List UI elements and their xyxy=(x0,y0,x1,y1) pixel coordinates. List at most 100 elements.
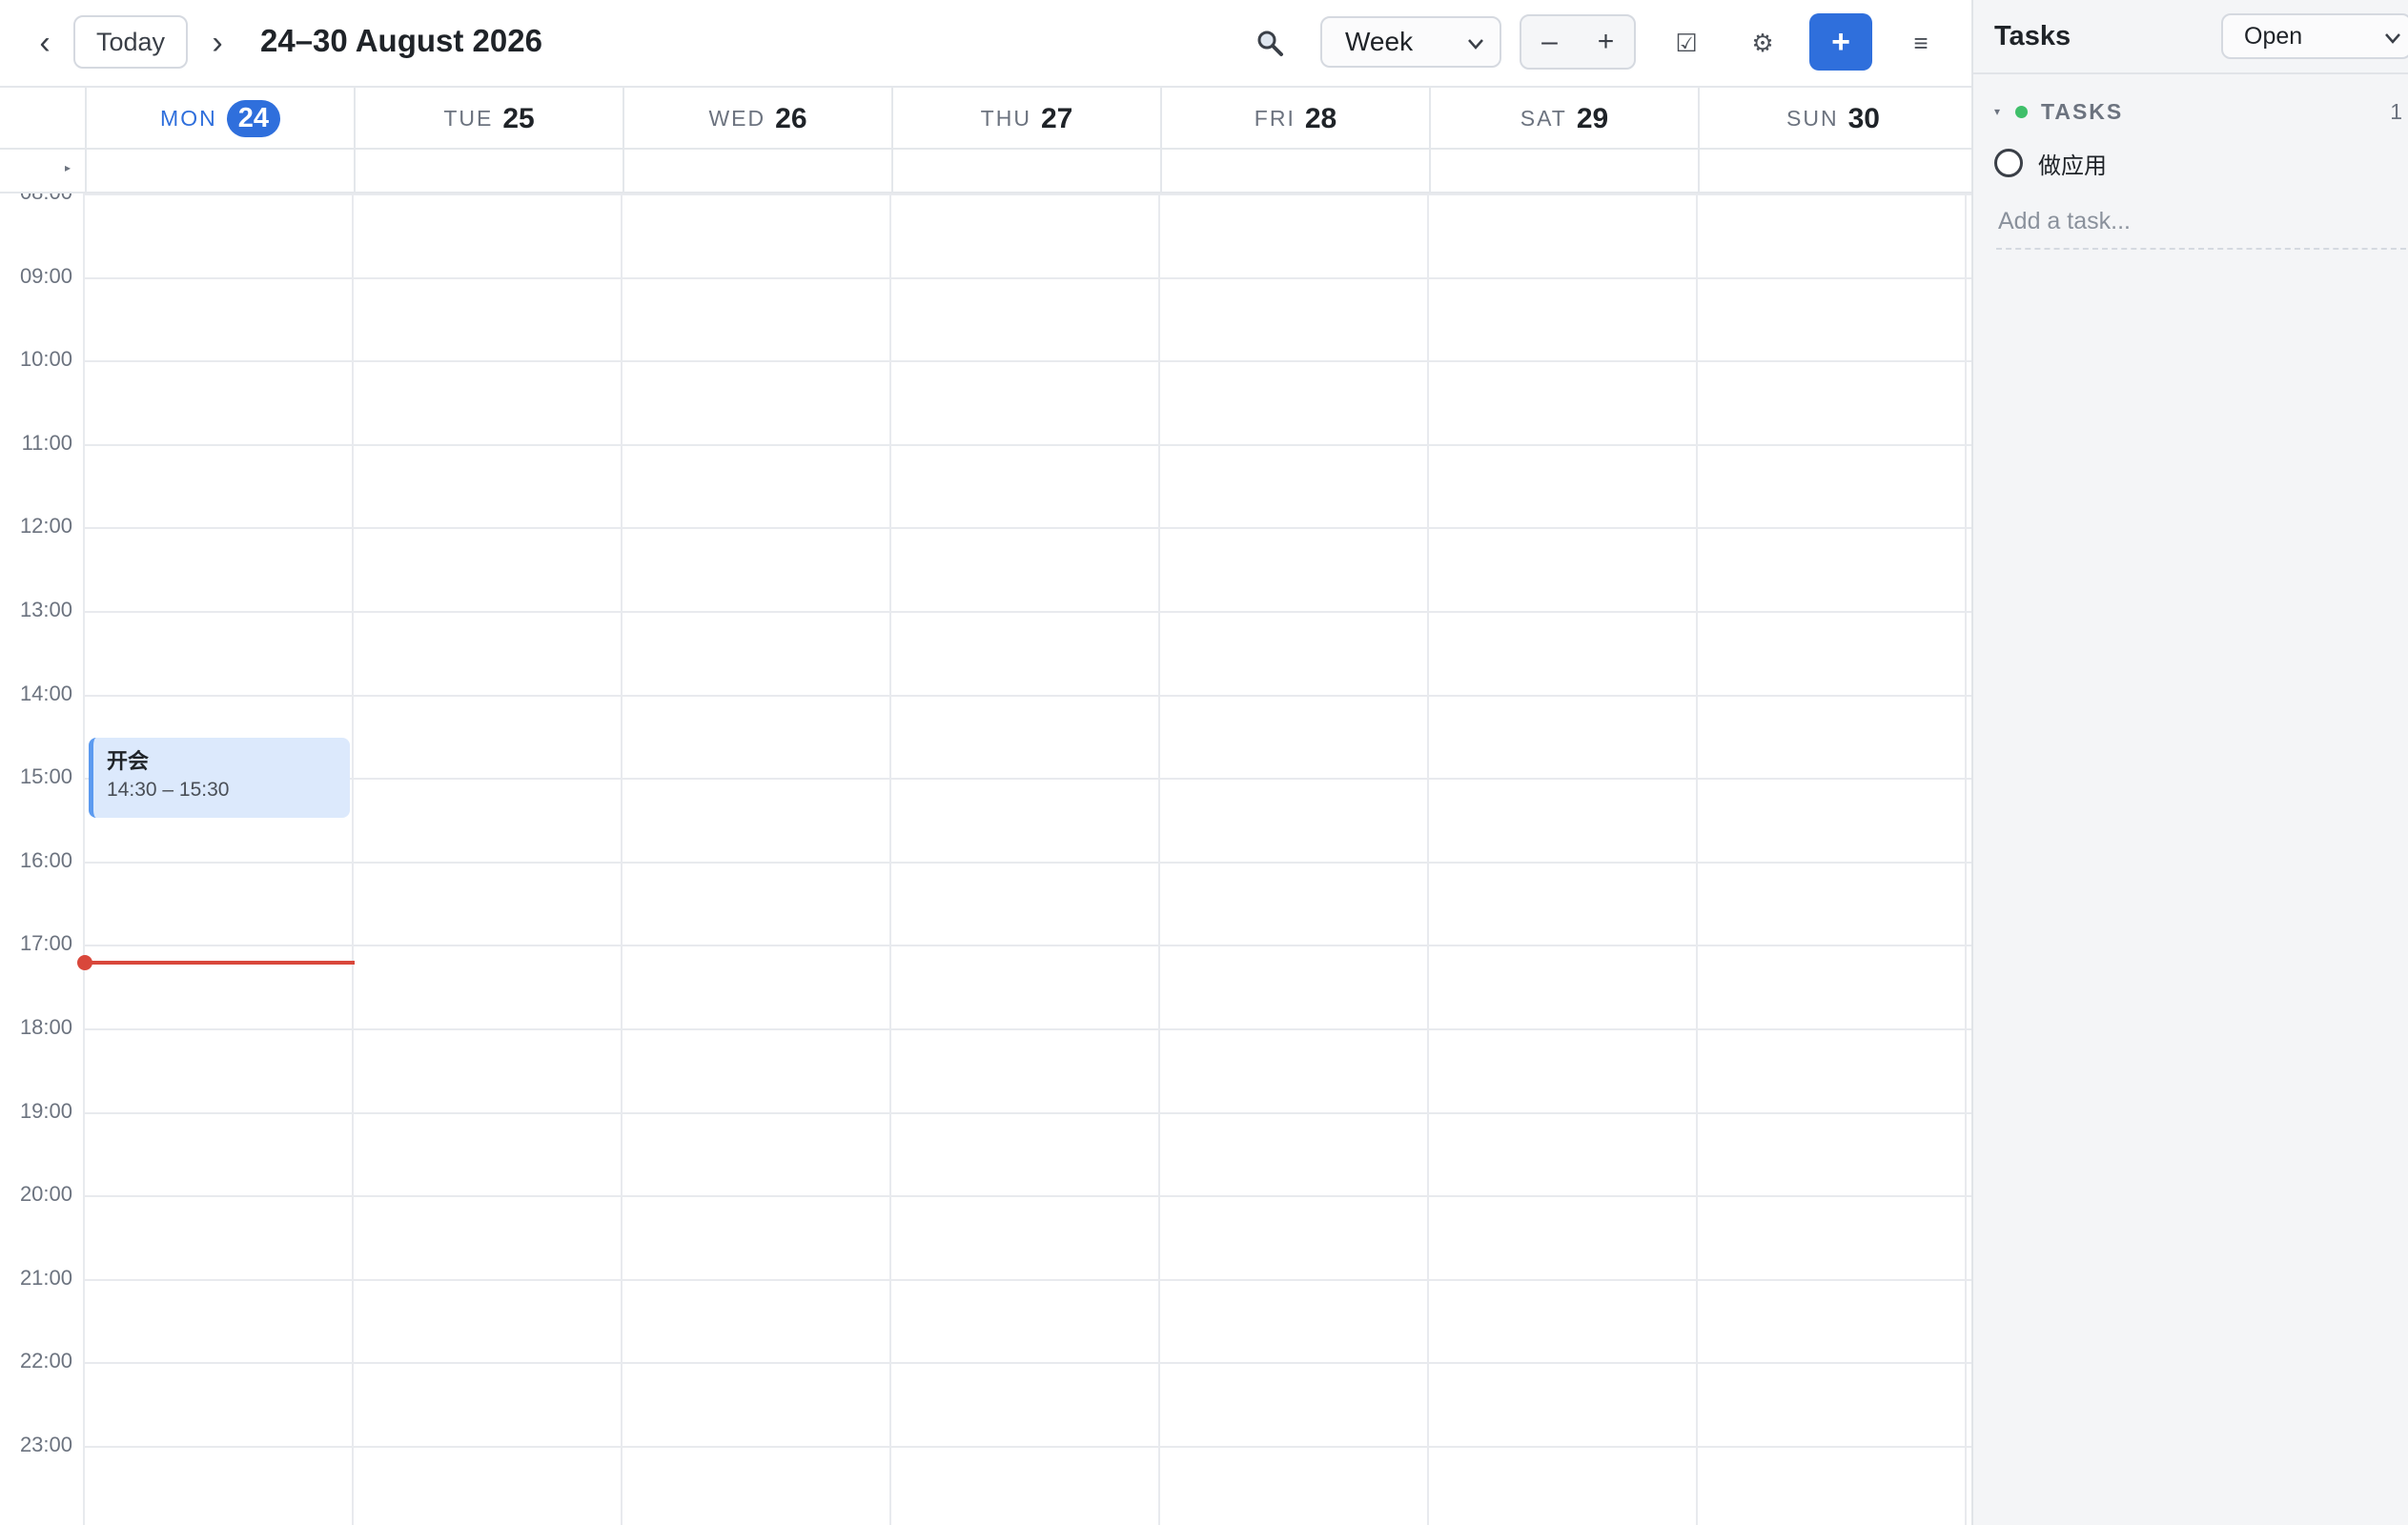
menu-button[interactable]: ≡ xyxy=(1897,19,1945,67)
zoom-out-button[interactable]: – xyxy=(1521,16,1578,68)
hour-label: 08:00 xyxy=(0,193,72,205)
task-checkbox[interactable] xyxy=(1994,149,2023,177)
all-day-cell[interactable] xyxy=(85,150,354,193)
task-group-count: 1 xyxy=(2390,99,2402,124)
hour-label: 19:00 xyxy=(19,1098,72,1123)
day-column-divider xyxy=(1965,193,1967,1525)
day-name: MON xyxy=(160,106,217,131)
zoom-in-button[interactable]: + xyxy=(1578,16,1634,68)
day-name: TUE xyxy=(443,106,494,131)
day-header-sun[interactable]: SUN 30 xyxy=(1698,88,1967,150)
day-number: 28 xyxy=(1304,102,1337,134)
hamburger-menu-icon: ≡ xyxy=(1913,28,1928,57)
plus-icon: + xyxy=(1831,23,1850,60)
day-number: 26 xyxy=(775,102,807,134)
current-time-dot xyxy=(77,955,92,971)
hour-line xyxy=(85,193,1971,195)
task-group-header[interactable]: ▾ TASKS 1 xyxy=(1994,97,2408,126)
all-day-row: ▸ xyxy=(0,150,1971,193)
day-column-divider xyxy=(83,193,85,1525)
day-header-sat[interactable]: SAT 29 xyxy=(1429,88,1698,150)
settings-button[interactable]: ⚙ xyxy=(1739,19,1786,67)
search-icon xyxy=(1257,30,1283,56)
day-column-divider xyxy=(621,193,622,1525)
all-day-cell[interactable] xyxy=(1429,150,1698,193)
event-time: 14:30 – 15:30 xyxy=(107,779,230,802)
tasks-toggle-button[interactable]: ☑ xyxy=(1663,19,1710,67)
day-name: SUN xyxy=(1786,106,1839,131)
day-number: 30 xyxy=(1847,102,1880,134)
hour-line xyxy=(85,861,1971,864)
hour-label: 10:00 xyxy=(19,347,72,372)
hour-label: 18:00 xyxy=(19,1015,72,1039)
tasks-panel: Tasks Open ▾ TASKS 1 做应用 xyxy=(1971,0,2408,1525)
event-title: 开会 xyxy=(107,749,150,774)
all-day-cell[interactable] xyxy=(354,150,622,193)
day-name: SAT xyxy=(1520,106,1567,131)
all-day-cell[interactable] xyxy=(1160,150,1429,193)
chevron-down-icon xyxy=(2385,33,2400,44)
hour-line xyxy=(85,1446,1971,1448)
all-day-cell[interactable] xyxy=(891,150,1160,193)
zoom-control: – + xyxy=(1520,14,1636,70)
hour-label: 11:00 xyxy=(21,430,72,455)
current-time-line xyxy=(85,961,355,966)
chevron-left-icon: ‹ xyxy=(39,24,51,61)
caret-down-icon[interactable]: ▾ xyxy=(1994,105,2015,118)
add-task-field[interactable] xyxy=(1996,208,2406,250)
time-grid[interactable]: 08:00 09:00 10:00 11:00 12:00 13:00 14:00 15:00… xyxy=(0,193,1971,1525)
all-day-toggle-icon[interactable]: ▸ xyxy=(65,161,71,174)
task-filter-select[interactable]: Open xyxy=(2221,13,2408,59)
hour-line xyxy=(85,611,1971,613)
day-header-wed[interactable]: WED 26 xyxy=(622,88,891,150)
day-name: THU xyxy=(980,106,1031,131)
hour-label: 09:00 xyxy=(19,263,72,288)
hour-line xyxy=(85,360,1971,363)
calendar-event[interactable]: 开会 14:30 – 15:30 xyxy=(89,738,350,818)
hour-label: 12:00 xyxy=(19,514,72,539)
day-header-tue[interactable]: TUE 25 xyxy=(354,88,622,150)
hour-line xyxy=(85,276,1971,279)
today-button[interactable]: Today xyxy=(73,15,188,69)
task-group-name: TASKS xyxy=(2041,98,2124,124)
checkbox-icon: ☑ xyxy=(1675,28,1698,57)
hour-label: 21:00 xyxy=(19,1265,72,1290)
hour-line xyxy=(85,778,1971,781)
day-number: 27 xyxy=(1040,102,1073,134)
task-text: 做应用 xyxy=(2038,152,2107,179)
day-header-thu[interactable]: THU 27 xyxy=(891,88,1160,150)
previous-week-button[interactable]: ‹ xyxy=(23,21,67,65)
day-column-divider xyxy=(1158,193,1160,1525)
task-filter-value: Open xyxy=(2244,22,2303,50)
day-header-fri[interactable]: FRI 28 xyxy=(1160,88,1429,150)
view-select[interactable]: Week xyxy=(1320,16,1501,68)
chevron-down-icon xyxy=(1468,39,1483,50)
tasks-panel-title: Tasks xyxy=(1994,21,2071,51)
chevron-right-icon: › xyxy=(212,24,223,61)
calendar-main: ‹ Today › 24–30 August 2026 Week – + ☑ ⚙… xyxy=(0,0,1971,1525)
add-event-button[interactable]: + xyxy=(1809,13,1872,71)
hour-line xyxy=(85,443,1971,446)
hour-label: 16:00 xyxy=(19,847,72,872)
day-column-divider xyxy=(1427,193,1429,1525)
hour-label: 23:00 xyxy=(19,1433,72,1456)
gear-icon: ⚙ xyxy=(1751,28,1774,57)
hour-label: 22:00 xyxy=(19,1349,72,1373)
day-header-mon[interactable]: MON 24 xyxy=(85,88,354,150)
all-day-cell[interactable] xyxy=(1698,150,1967,193)
hour-label: 15:00 xyxy=(19,764,72,789)
hour-line xyxy=(85,1195,1971,1198)
day-number: 29 xyxy=(1576,102,1609,134)
all-day-cell[interactable] xyxy=(622,150,891,193)
hour-label: 20:00 xyxy=(19,1182,72,1207)
task-item[interactable]: 做应用 xyxy=(1994,145,2395,181)
search-button[interactable] xyxy=(1246,19,1294,67)
day-column-divider xyxy=(889,193,891,1525)
next-week-button[interactable]: › xyxy=(195,21,239,65)
day-name: FRI xyxy=(1254,106,1296,131)
hour-line xyxy=(85,527,1971,530)
day-header-row: MON 24 TUE 25 WED 26 THU 27 FRI 28 SAT 29 SUN 30 xyxy=(0,86,1971,150)
add-task-input[interactable] xyxy=(1998,208,2406,235)
day-column-divider xyxy=(352,193,354,1525)
tasks-panel-header: Tasks Open xyxy=(1973,0,2408,74)
